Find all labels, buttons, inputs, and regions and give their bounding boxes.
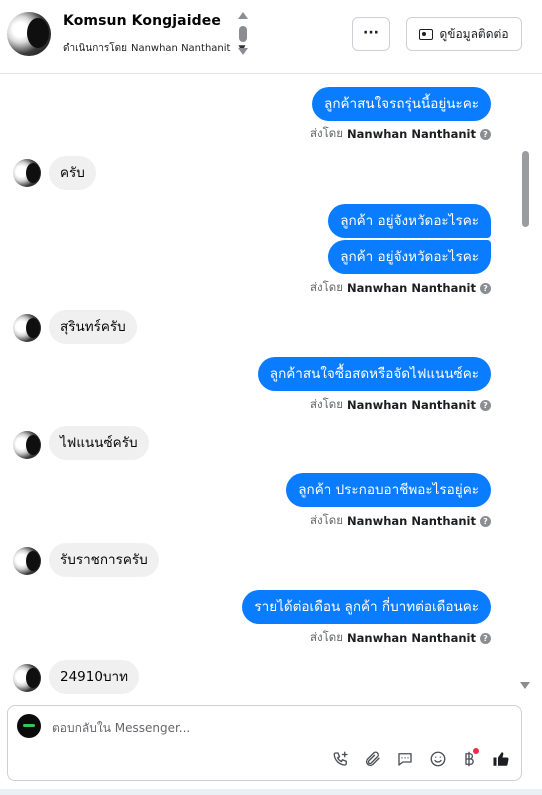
sent-by-label: ส่งโดย Nanwhan Nanthanit ? — [310, 279, 491, 297]
sent-by-label: ส่งโดย Nanwhan Nanthanit ? — [310, 125, 491, 143]
sender-avatar[interactable] — [13, 159, 41, 187]
help-icon[interactable]: ? — [480, 282, 491, 294]
more-options-button[interactable]: ··· — [352, 17, 390, 51]
sender-name: Nanwhan Nanthanit — [347, 127, 476, 141]
incoming-message[interactable]: 24910บาท — [49, 660, 139, 694]
sender-avatar[interactable] — [13, 431, 41, 459]
outgoing-message[interactable]: ลูกค้า อยู่จังหวัดอะไรคะ — [328, 204, 491, 238]
contact-info-label: ดูข้อมูลติดต่อ — [439, 26, 509, 41]
contact-card-icon — [419, 28, 434, 40]
sender-name: Nanwhan Nanthanit — [347, 281, 476, 295]
sent-by-label: ส่งโดย Nanwhan Nanthanit ? — [310, 512, 491, 530]
paperclip-icon[interactable] — [362, 748, 384, 770]
sender-avatar[interactable] — [13, 314, 41, 342]
contact-info-button[interactable]: ดูข้อมูลติดต่อ — [406, 17, 522, 51]
sent-by-prefix: ส่งโดย — [309, 513, 344, 527]
sent-by-prefix: ส่งโดย — [309, 126, 344, 140]
message-composer — [7, 705, 522, 781]
outgoing-message[interactable]: ลูกค้าสนใจซื้อสดหรือจัดไฟแนนซ์คะ — [257, 357, 491, 391]
header-scrollbar[interactable] — [236, 12, 250, 58]
scroll-up-icon[interactable] — [238, 12, 248, 19]
chat-bubble-icon[interactable] — [394, 748, 416, 770]
baht-icon[interactable] — [458, 748, 480, 770]
incoming-message[interactable]: รับราชการครับ — [49, 543, 159, 577]
emoji-icon[interactable] — [427, 748, 449, 770]
incoming-message[interactable]: ครับ — [49, 156, 96, 190]
contact-avatar[interactable] — [7, 12, 51, 56]
window-bottom-edge — [0, 789, 542, 795]
sender-name: Nanwhan Nanthanit — [347, 514, 476, 528]
outgoing-message[interactable]: ลูกค้า ประกอบอาชีพอะไรอยู่คะ — [286, 473, 491, 507]
phone-add-icon[interactable] — [330, 748, 352, 770]
scroll-down-icon[interactable] — [520, 682, 530, 689]
sent-by-label: ส่งโดย Nanwhan Nanthanit ? — [310, 629, 491, 647]
incoming-message[interactable]: สุรินทร์ครับ — [49, 310, 137, 344]
header-scroll-thumb[interactable] — [239, 26, 247, 42]
message-thread[interactable]: ลูกค้าสนใจรถรุ่นนี้อยู่นะคะ ส่งโดย Nanwh… — [0, 75, 542, 700]
page-avatar — [17, 714, 41, 738]
thumbs-up-icon[interactable] — [490, 748, 512, 770]
incoming-message[interactable]: ไฟแนนซ์ครับ — [49, 426, 149, 460]
sent-by-label: ส่งโดย Nanwhan Nanthanit ? — [310, 396, 491, 414]
outgoing-message[interactable]: รายได้ต่อเดือน ลูกค้า กี่บาทต่อเดือนคะ — [242, 590, 491, 624]
help-icon[interactable]: ? — [480, 128, 491, 140]
scroll-down-icon[interactable] — [238, 48, 248, 55]
assignee-prefix: ดำเนินการโดย — [63, 43, 127, 54]
conversation-header: Komsun Kongjaidee ดำเนินการโดย Nanwhan N… — [0, 0, 542, 74]
outgoing-message[interactable]: ลูกค้าสนใจรถรุ่นนี้อยู่นะคะ — [312, 87, 491, 121]
sender-name: Nanwhan Nanthanit — [347, 398, 476, 412]
thread-scroll-thumb[interactable] — [522, 151, 529, 227]
sender-name: Nanwhan Nanthanit — [347, 631, 476, 645]
reply-input[interactable] — [52, 718, 492, 738]
assignee-name: Nanwhan Nanthanit — [130, 43, 231, 54]
sent-by-prefix: ส่งโดย — [309, 397, 344, 411]
outgoing-message[interactable]: ลูกค้า อยู่จังหวัดอะไรคะ — [328, 240, 491, 274]
sender-avatar[interactable] — [13, 664, 41, 692]
help-icon[interactable]: ? — [480, 632, 491, 644]
assignee-selector[interactable]: ดำเนินการโดย Nanwhan Nanthanit ▼ — [63, 41, 245, 56]
notification-dot — [473, 748, 479, 754]
help-icon[interactable]: ? — [480, 515, 491, 527]
sent-by-prefix: ส่งโดย — [309, 630, 344, 644]
sender-avatar[interactable] — [13, 547, 41, 575]
help-icon[interactable]: ? — [480, 399, 491, 411]
contact-name[interactable]: Komsun Kongjaidee — [63, 13, 221, 29]
sent-by-prefix: ส่งโดย — [309, 280, 344, 294]
